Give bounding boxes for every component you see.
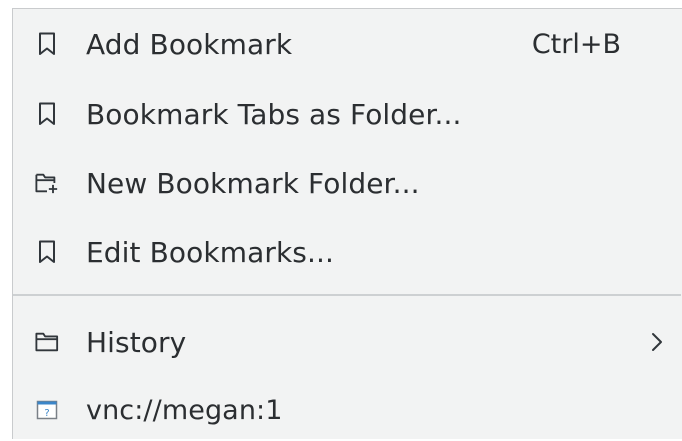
bookmark-icon [35, 239, 59, 265]
folder-new-icon [35, 170, 59, 196]
menu-item-label: vnc://megan:1 [86, 394, 283, 426]
menu-item-label: Edit Bookmarks... [86, 235, 334, 269]
folder-icon [35, 329, 59, 355]
menu-item-label: History [86, 325, 187, 359]
menu-item-edit-bookmarks[interactable]: Edit Bookmarks... [13, 221, 681, 283]
menu-item-label: Add Bookmark [86, 27, 293, 61]
unknown-file-icon: ? [35, 397, 59, 423]
shortcut-label: Ctrl+B [531, 28, 621, 60]
menu-item-label: New Bookmark Folder... [86, 166, 420, 200]
svg-text:?: ? [44, 408, 49, 419]
menu-item-label: Bookmark Tabs as Folder... [86, 97, 462, 131]
bookmarks-menu: Add Bookmark Ctrl+B Bookmark Tabs as Fol… [12, 8, 682, 439]
bookmark-icon [35, 101, 59, 127]
menu-item-new-bookmark-folder[interactable]: New Bookmark Folder... [13, 152, 681, 214]
chevron-right-icon [647, 329, 667, 355]
menu-item-history[interactable]: History [13, 311, 681, 373]
menu-item-bookmark-tabs-as-folder[interactable]: Bookmark Tabs as Folder... [13, 83, 681, 145]
menu-item-vnc-bookmark[interactable]: ? vnc://megan:1 [13, 379, 681, 441]
menu-separator [13, 294, 681, 296]
bookmark-icon [35, 31, 59, 57]
menu-item-add-bookmark[interactable]: Add Bookmark Ctrl+B [13, 13, 681, 75]
